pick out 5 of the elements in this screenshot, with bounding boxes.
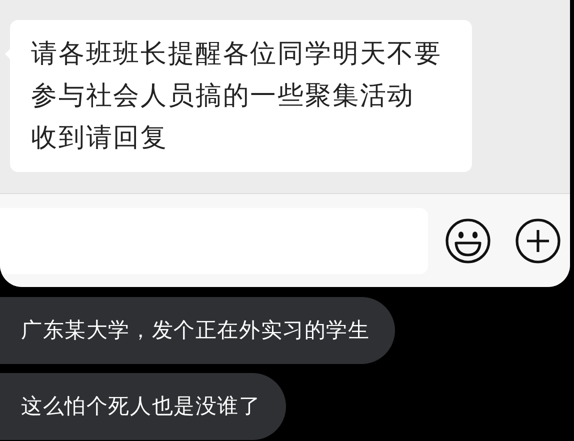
comment-bubble: 广东某大学，发个正在外实习的学生	[0, 297, 395, 364]
add-icon[interactable]	[515, 218, 561, 264]
message-bubble: 请各班班长提醒各位同学明天不要 参与社会人员搞的一些聚集活动 收到请回复	[10, 20, 472, 172]
comment-bubble: 这么怕个死人也是没谁了	[0, 373, 286, 440]
emoji-icon[interactable]	[445, 218, 491, 264]
